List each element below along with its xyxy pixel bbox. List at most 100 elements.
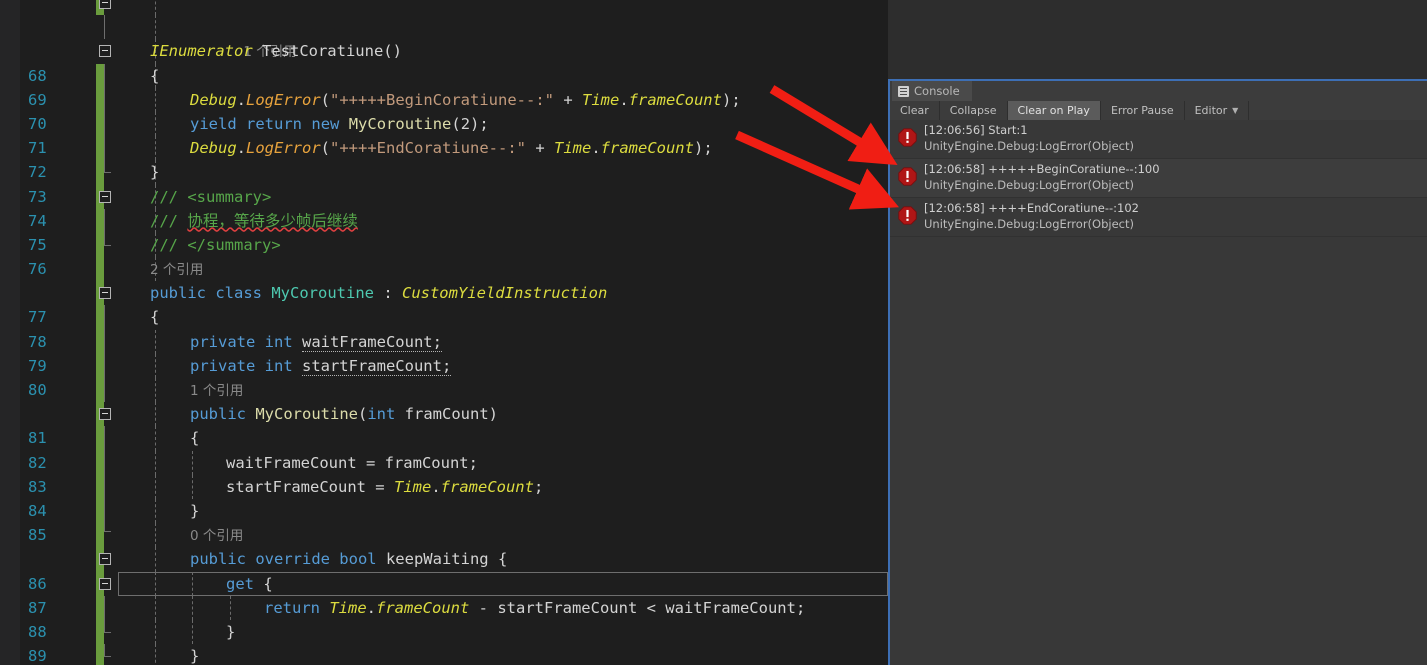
console-toolbar: Clear Collapse Clear on Play Error Pause… bbox=[890, 101, 1427, 120]
code-line[interactable]: 85 } bbox=[0, 498, 888, 544]
tab-console[interactable]: Console bbox=[892, 81, 972, 101]
fold-line bbox=[104, 136, 105, 161]
code-token: { bbox=[254, 574, 273, 593]
code-line-current[interactable]: 84 startFrameCount = Time.frameCount; bbox=[0, 474, 888, 596]
collapse-button[interactable]: Collapse bbox=[940, 101, 1008, 120]
console-log-list[interactable]: [12:06:56] Start:1 UnityEngine.Debug:Log… bbox=[890, 120, 1427, 665]
change-bar bbox=[96, 523, 104, 548]
code-line-codelens[interactable]: 0 个引用 bbox=[0, 523, 888, 548]
code-line-codelens[interactable]: 1 个引用 bbox=[0, 378, 888, 403]
code-token: Time bbox=[393, 477, 432, 496]
code-token-hint: waitFrameCount; bbox=[301, 332, 442, 352]
code-token: TestCoratiune() bbox=[252, 42, 402, 61]
code-text: get { bbox=[226, 572, 273, 596]
codelens-reference-count[interactable]: 2 个引用 bbox=[150, 262, 203, 278]
change-bar bbox=[96, 353, 104, 378]
codelens-reference-count[interactable]: 0 个引用 bbox=[190, 528, 243, 544]
fold-line bbox=[104, 498, 105, 524]
code-line[interactable]: 73 } bbox=[0, 160, 888, 206]
code-line[interactable]: private void FixedUpdate() {...} bbox=[0, 0, 888, 16]
fold-toggle-icon[interactable] bbox=[99, 190, 111, 203]
code-line[interactable]: 83 waitFrameCount = framCount; bbox=[0, 450, 888, 496]
code-line[interactable]: 78 { bbox=[0, 305, 888, 351]
code-text: startFrameCount = Time.frameCount; bbox=[226, 475, 543, 499]
code-token: Time bbox=[553, 139, 592, 158]
code-text: { bbox=[150, 305, 159, 329]
code-token: ( bbox=[320, 90, 331, 109]
code-token: return bbox=[264, 598, 330, 617]
log-entry[interactable]: [12:06:58] ++++EndCoratiune--:102 UnityE… bbox=[890, 198, 1427, 237]
code-text: Debug.LogError("+++++BeginCoratiune--:" … bbox=[190, 88, 741, 112]
code-text: 0 个引用 bbox=[190, 523, 243, 548]
code-line[interactable]: 86 public override bool keepWaiting { bbox=[0, 547, 888, 593]
change-bar bbox=[96, 305, 104, 330]
code-line[interactable]: 80 private int startFrameCount; bbox=[0, 353, 888, 399]
change-bar bbox=[96, 63, 104, 88]
code-text: /// </summary> bbox=[150, 233, 281, 257]
code-line[interactable]: 81 public MyCoroutine(int framCount) bbox=[0, 402, 888, 447]
fold-line-end bbox=[104, 656, 111, 658]
code-line-codelens[interactable]: 1 个引用 bbox=[0, 15, 888, 60]
code-text: } bbox=[150, 160, 159, 184]
fold-toggle-icon[interactable] bbox=[99, 0, 111, 9]
code-token: startFrameCount = bbox=[226, 477, 394, 496]
fold-toggle-icon[interactable] bbox=[99, 287, 111, 300]
code-line[interactable]: 75 /// 协程，等待多少帧后继续 bbox=[0, 208, 888, 254]
code-token: frameCount bbox=[600, 139, 694, 158]
indent-guide bbox=[155, 111, 156, 137]
code-line[interactable]: 71 yield return new MyCoroutine(2); bbox=[0, 111, 888, 157]
code-line[interactable]: 77 public class MyCoroutine : CustomYiel… bbox=[0, 281, 888, 326]
fold-toggle-icon[interactable] bbox=[99, 577, 111, 590]
change-bar bbox=[96, 619, 104, 645]
clear-button[interactable]: Clear bbox=[890, 101, 940, 120]
log-entry[interactable]: [12:06:58] +++++BeginCoratiune--:100 Uni… bbox=[890, 159, 1427, 198]
code-editor[interactable]: private void FixedUpdate() {...} 1 个引用 6… bbox=[0, 0, 888, 665]
code-line-codelens[interactable]: 2 个引用 bbox=[0, 257, 888, 282]
code-line[interactable]: 69 { bbox=[0, 63, 888, 109]
code-text: 1 个引用 bbox=[190, 378, 243, 403]
code-token: + bbox=[553, 90, 582, 109]
code-text: public class MyCoroutine : CustomYieldIn… bbox=[150, 281, 607, 305]
code-line[interactable]: 70 Debug.LogError("+++++BeginCoratiune--… bbox=[0, 87, 888, 133]
log-message: [12:06:58] ++++EndCoratiune--:102 bbox=[924, 201, 1139, 215]
code-token: . bbox=[431, 477, 441, 496]
indent-guide bbox=[192, 474, 193, 499]
fold-toggle-icon[interactable] bbox=[99, 553, 111, 566]
editor-dropdown[interactable]: Editor ▼ bbox=[1185, 101, 1250, 120]
fold-toggle-icon[interactable] bbox=[99, 408, 111, 421]
code-line[interactable]: 87 get { bbox=[0, 571, 888, 617]
code-token: frameCount bbox=[440, 477, 534, 496]
error-pause-button[interactable]: Error Pause bbox=[1101, 101, 1185, 120]
code-line[interactable]: 79 private int waitFrameCount; bbox=[0, 329, 888, 375]
code-line[interactable]: 72 Debug.LogError("++++EndCoratiune--:" … bbox=[0, 136, 888, 181]
unity-console-panel[interactable]: Console Clear Collapse Clear on Play Err… bbox=[888, 0, 1427, 665]
code-line[interactable]: 88 return Time.frameCount - startFrameCo… bbox=[0, 595, 888, 641]
code-line[interactable]: 89 } bbox=[0, 619, 888, 665]
codelens-reference-count[interactable]: 1 个引用 bbox=[190, 383, 243, 399]
code-token: : bbox=[373, 284, 402, 303]
change-bar bbox=[96, 329, 104, 354]
code-token: ); bbox=[721, 90, 741, 109]
code-line[interactable]: 90 } bbox=[0, 644, 888, 665]
code-text: } bbox=[190, 499, 199, 523]
code-line[interactable]: 68 IEnumerator TestCoratiune() bbox=[0, 39, 888, 85]
code-token: . bbox=[619, 90, 629, 109]
code-line[interactable]: 74 /// <summary> bbox=[0, 184, 888, 230]
code-token: ; bbox=[533, 477, 544, 496]
code-token: public class bbox=[150, 284, 272, 303]
code-token: IEnumerator bbox=[150, 42, 253, 61]
code-token: . bbox=[236, 139, 247, 158]
code-line[interactable]: 82 { bbox=[0, 426, 888, 472]
log-entry[interactable]: [12:06:56] Start:1 UnityEngine.Debug:Log… bbox=[890, 120, 1427, 159]
code-line[interactable]: 76 /// </summary> bbox=[0, 232, 888, 278]
console-tab-row: Console bbox=[890, 81, 1427, 101]
indent-guide bbox=[192, 450, 193, 475]
fold-toggle-icon[interactable] bbox=[99, 45, 111, 58]
indent-guide bbox=[155, 136, 156, 161]
fold-line-end bbox=[104, 244, 111, 246]
change-bar bbox=[96, 111, 104, 137]
clear-on-play-button[interactable]: Clear on Play bbox=[1007, 101, 1101, 120]
change-bar bbox=[96, 257, 104, 282]
code-token: /// bbox=[150, 211, 188, 230]
fold-line bbox=[104, 111, 105, 137]
